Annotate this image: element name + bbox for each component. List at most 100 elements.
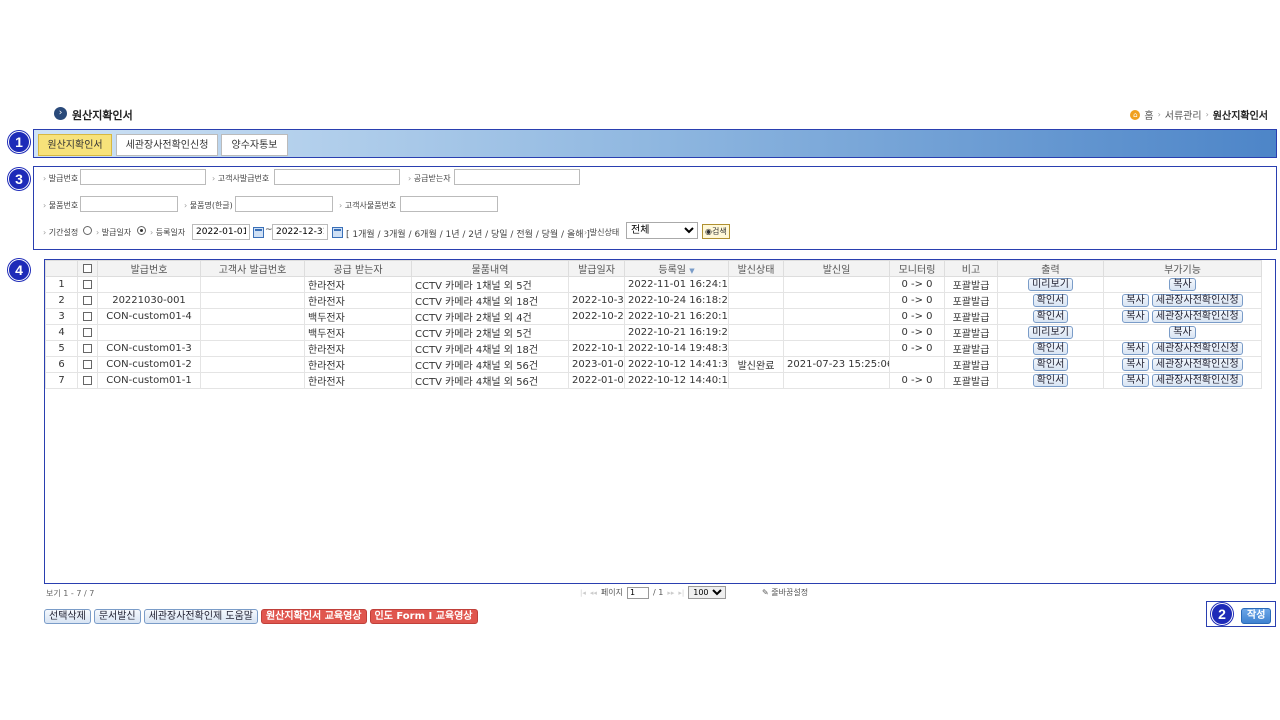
page-size-select[interactable]: 100 xyxy=(688,586,727,599)
cell-client-no xyxy=(200,340,305,357)
cell-supplier: 한라전자 xyxy=(304,356,412,373)
select-all-checkbox[interactable] xyxy=(83,263,92,273)
row-select xyxy=(77,276,98,293)
reg-date-label: 등록일자 xyxy=(150,227,185,238)
cell-send-status xyxy=(728,308,784,325)
col-header-supplier[interactable]: 공급 받는자 xyxy=(304,260,412,277)
search-button[interactable]: ◉검색 xyxy=(702,224,730,239)
preview-button[interactable]: 미리보기 xyxy=(1028,326,1073,339)
col-header-output[interactable]: 출력 xyxy=(997,260,1104,277)
preview-button[interactable]: 미리보기 xyxy=(1028,278,1073,291)
prev-page-icon[interactable]: ◂◂ xyxy=(590,589,597,597)
client-issue-no-input[interactable] xyxy=(274,169,400,185)
breadcrumb-separator-icon: › xyxy=(1157,110,1161,119)
tab-origin-certificate[interactable]: 원산지확인서 xyxy=(38,134,112,156)
cell-supplier: 한라전자 xyxy=(304,276,412,293)
col-header-items[interactable]: 물품내역 xyxy=(411,260,569,277)
copy-button[interactable]: 복사 xyxy=(1122,294,1149,307)
origin-video-button[interactable]: 원산지확인서 교육영상 xyxy=(261,609,367,624)
col-header-monitor[interactable]: 모니터링 xyxy=(889,260,945,277)
row-checkbox[interactable] xyxy=(83,343,92,353)
cell-reg-date: 2022-10-12 14:41:30 xyxy=(624,356,729,373)
copy-button[interactable]: 복사 xyxy=(1169,326,1196,339)
table-row[interactable]: 6 CON-custom01-2 한라전자 CCTV 카메라 4채널 외 56건… xyxy=(45,356,1262,373)
cell-monitor: 0 -> 0 xyxy=(889,324,945,341)
calendar-icon[interactable] xyxy=(332,227,343,238)
cell-extra: 복사 세관장사전확인신청 xyxy=(1103,308,1262,325)
send-document-button[interactable]: 문서발신 xyxy=(93,609,141,624)
home-icon[interactable]: ⌂ xyxy=(1130,109,1141,120)
client-issue-no-label: 고객사발급번호 xyxy=(212,173,270,184)
tab-transferee-notice[interactable]: 양수자통보 xyxy=(221,134,288,156)
calendar-icon[interactable] xyxy=(253,227,264,238)
certificate-button[interactable]: 확인서 xyxy=(1032,374,1069,387)
row-checkbox[interactable] xyxy=(83,375,92,385)
col-header-send-status[interactable]: 발신상태 xyxy=(728,260,784,277)
customs-request-button[interactable]: 세관장사전확인신청 xyxy=(1151,294,1243,307)
wrench-icon: ✎ xyxy=(762,588,769,597)
copy-button[interactable]: 복사 xyxy=(1122,374,1149,387)
last-page-icon[interactable]: ▸| xyxy=(678,589,684,597)
customs-request-button[interactable]: 세관장사전확인신청 xyxy=(1151,310,1243,323)
row-num: 4 xyxy=(45,324,78,341)
client-item-no-input[interactable] xyxy=(400,196,498,212)
col-header-extra[interactable]: 부가기능 xyxy=(1103,260,1262,277)
col-header-send-date[interactable]: 발신일 xyxy=(783,260,890,277)
table-row[interactable]: 2 20221030-001 한라전자 CCTV 카메라 4채널 외 18건 2… xyxy=(45,292,1262,309)
help-button[interactable]: 세관장사전확인제 도움말 xyxy=(143,609,259,624)
page-number-input[interactable] xyxy=(627,586,649,599)
table-row[interactable]: 3 CON-custom01-4 백두전자 CCTV 카메라 2채널 외 4건 … xyxy=(45,308,1262,325)
customs-request-button[interactable]: 세관장사전확인신청 xyxy=(1151,374,1243,387)
row-checkbox[interactable] xyxy=(83,295,92,305)
cell-client-no xyxy=(200,276,305,293)
date-to-input[interactable] xyxy=(272,224,328,240)
quick-range-links[interactable]: [ 1개월 / 3개월 / 6개월 / 1년 / 2년 / 당일 / 전월 / … xyxy=(346,227,590,240)
tab-customs-pre-confirm[interactable]: 세관장사전확인신청 xyxy=(116,134,218,156)
send-status-select[interactable]: 전체 xyxy=(626,222,698,239)
wrap-setting-link[interactable]: ✎ 줄바꿈설정 xyxy=(762,587,808,598)
cell-output: 확인서 xyxy=(997,356,1104,373)
col-header-client-no[interactable]: 고객사 발급번호 xyxy=(200,260,305,277)
reg-date-radio[interactable] xyxy=(137,226,146,235)
copy-button[interactable]: 복사 xyxy=(1122,342,1149,355)
item-no-input[interactable] xyxy=(80,196,178,212)
copy-button[interactable]: 복사 xyxy=(1122,310,1149,323)
customs-request-button[interactable]: 세관장사전확인신청 xyxy=(1151,358,1243,371)
supplier-input[interactable] xyxy=(454,169,580,185)
breadcrumb-home[interactable]: 홈 xyxy=(1144,107,1153,122)
write-button[interactable]: 작성 xyxy=(1241,608,1272,624)
col-header-note[interactable]: 비고 xyxy=(944,260,998,277)
cell-reg-date: 2022-10-21 16:19:23 xyxy=(624,324,729,341)
row-select xyxy=(77,356,98,373)
row-checkbox[interactable] xyxy=(83,311,92,321)
row-checkbox[interactable] xyxy=(83,279,92,289)
col-header-reg-date[interactable]: 등록일 ▼ xyxy=(624,260,729,277)
issue-no-input[interactable] xyxy=(80,169,206,185)
table-row[interactable]: 4 백두전자 CCTV 카메라 2채널 외 5건 2022-10-21 16:1… xyxy=(45,324,1262,341)
col-header-num xyxy=(45,260,78,277)
next-page-icon[interactable]: ▸▸ xyxy=(667,589,674,597)
period-radio[interactable] xyxy=(83,226,92,235)
certificate-button[interactable]: 확인서 xyxy=(1032,310,1069,323)
india-video-button[interactable]: 인도 Form I 교육영상 xyxy=(369,609,478,624)
col-header-issue-no[interactable]: 발급번호 xyxy=(97,260,201,277)
cell-send-status xyxy=(728,372,784,389)
table-row[interactable]: 1 한라전자 CCTV 카메라 1채널 외 5건 2022-11-01 16:2… xyxy=(45,276,1262,293)
date-from-input[interactable] xyxy=(192,224,250,240)
breadcrumb-docs[interactable]: 서류관리 xyxy=(1165,107,1202,122)
col-header-issue-date[interactable]: 발급일자 xyxy=(568,260,625,277)
row-checkbox[interactable] xyxy=(83,327,92,337)
delete-selected-button[interactable]: 선택삭제 xyxy=(44,609,91,624)
item-name-input[interactable] xyxy=(235,196,333,212)
copy-button[interactable]: 복사 xyxy=(1122,358,1149,371)
row-checkbox[interactable] xyxy=(83,359,92,369)
certificate-button[interactable]: 확인서 xyxy=(1032,342,1069,355)
customs-request-button[interactable]: 세관장사전확인신청 xyxy=(1151,342,1243,355)
certificate-button[interactable]: 확인서 xyxy=(1032,294,1069,307)
table-row[interactable]: 7 CON-custom01-1 한라전자 CCTV 카메라 4채널 외 56건… xyxy=(45,372,1262,389)
table-row[interactable]: 5 CON-custom01-3 한라전자 CCTV 카메라 4채널 외 18건… xyxy=(45,340,1262,357)
copy-button[interactable]: 복사 xyxy=(1169,278,1196,291)
certificate-button[interactable]: 확인서 xyxy=(1032,358,1069,371)
cell-output: 확인서 xyxy=(997,340,1104,357)
first-page-icon[interactable]: |◂ xyxy=(580,589,586,597)
